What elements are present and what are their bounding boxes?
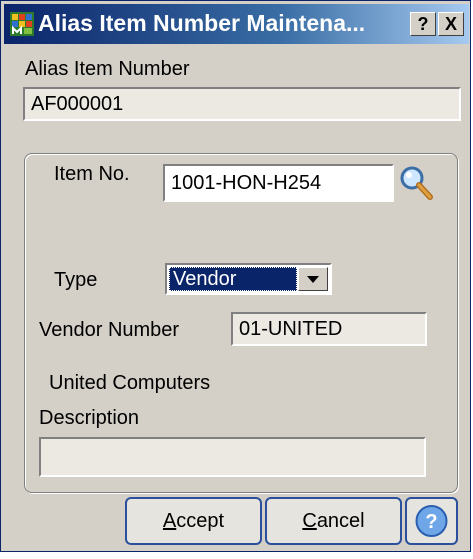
accept-mnemonic: A [162, 510, 177, 532]
help-title-button[interactable]: ? [410, 12, 436, 36]
alias-item-number-label: Alias Item Number [25, 58, 190, 80]
alias-item-number-window: Alias Item Number Maintena... ? X Alias … [0, 0, 471, 552]
type-select[interactable]: Vendor [165, 263, 332, 295]
dropdown-arrow-icon[interactable] [298, 267, 328, 291]
vendor-number-label: Vendor Number [39, 319, 180, 341]
magnifier-icon[interactable] [398, 165, 434, 201]
accept-button[interactable]: Accept [125, 497, 262, 545]
help-icon: ? [415, 505, 448, 537]
accept-label-rest: ccept [176, 510, 225, 532]
description-field[interactable] [39, 437, 426, 477]
title-bar[interactable]: Alias Item Number Maintena... ? X [4, 4, 469, 44]
help-button[interactable]: ? [405, 497, 458, 545]
cancel-button[interactable]: Cancel [265, 497, 402, 545]
svg-text:?: ? [425, 511, 437, 533]
close-button[interactable]: X [438, 12, 464, 36]
item-no-input[interactable]: 1001-HON-H254 [163, 164, 394, 202]
app-grid-icon [10, 12, 34, 36]
description-label: Description [39, 407, 140, 429]
type-label: Type [54, 269, 98, 291]
alias-item-number-field[interactable]: AF000001 [23, 87, 461, 121]
type-selected-value: Vendor [169, 267, 297, 291]
vendor-name-text: United Computers [49, 372, 211, 394]
vendor-number-field[interactable]: 01-UNITED [231, 312, 427, 346]
cancel-mnemonic: C [302, 510, 317, 532]
cancel-label-rest: ancel [316, 510, 365, 532]
window-title: Alias Item Number Maintena... [38, 10, 366, 36]
item-no-label: Item No. [54, 163, 130, 185]
